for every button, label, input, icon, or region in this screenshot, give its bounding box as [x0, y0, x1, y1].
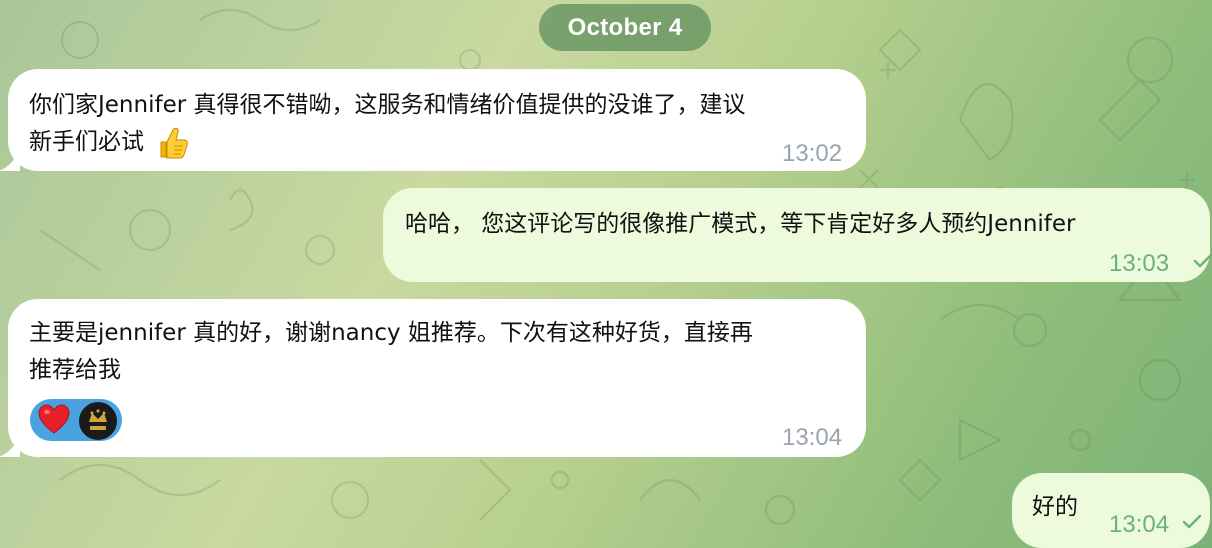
- message-time: 13:04: [782, 424, 843, 451]
- message-bubble-outgoing[interactable]: 好的 13:04: [1012, 473, 1210, 548]
- message-time: 13:03: [1109, 250, 1170, 277]
- reactions-pill[interactable]: [30, 399, 122, 441]
- message-time: 13:02: [782, 140, 843, 167]
- read-check-icon: [1182, 515, 1202, 529]
- user-avatar[interactable]: [78, 401, 118, 441]
- read-check-icon: [1193, 254, 1212, 268]
- message-line: 主要是jennifer 真的好，谢谢nancy 姐推荐。下次有这种好货，直接再: [29, 320, 753, 346]
- message-bubble-outgoing[interactable]: 哈哈， 您这评论写的很像推广模式，等下肯定好多人预约Jennifer 13:03: [383, 188, 1212, 282]
- message-line: 好的: [1032, 494, 1078, 520]
- bubble-tail: [0, 435, 20, 457]
- message-text: 哈哈， 您这评论写的很像推广模式，等下肯定好多人预约Jennifer: [405, 206, 1076, 243]
- message-bubble-incoming[interactable]: 主要是jennifer 真的好，谢谢nancy 姐推荐。下次有这种好货，直接再 …: [8, 299, 866, 457]
- message-line: 你们家Jennifer 真得很不错呦，这服务和情绪价值提供的没谁了，建议: [29, 92, 746, 118]
- message-line: 新手们必试: [29, 124, 746, 161]
- message-text: 主要是jennifer 真的好，谢谢nancy 姐推荐。下次有这种好货，直接再 …: [29, 315, 753, 389]
- message-text: 你们家Jennifer 真得很不错呦，这服务和情绪价值提供的没谁了，建议 新手们…: [29, 87, 746, 161]
- crown-logo-icon: [89, 409, 107, 430]
- thumbs-up-emoji-icon: [160, 127, 188, 158]
- message-line: 推荐给我: [29, 357, 121, 383]
- message-line: 哈哈， 您这评论写的很像推广模式，等下肯定好多人预约Jennifer: [405, 211, 1076, 237]
- message-text: 好的: [1032, 489, 1078, 526]
- bubble-tail: [0, 149, 20, 171]
- message-bubble-incoming[interactable]: 你们家Jennifer 真得很不错呦，这服务和情绪价值提供的没谁了，建议 新手们…: [8, 69, 866, 171]
- message-line-text: 新手们必试: [29, 129, 144, 155]
- date-separator: October 4: [539, 4, 711, 51]
- message-time: 13:04: [1109, 511, 1170, 538]
- red-heart-icon: [38, 404, 70, 434]
